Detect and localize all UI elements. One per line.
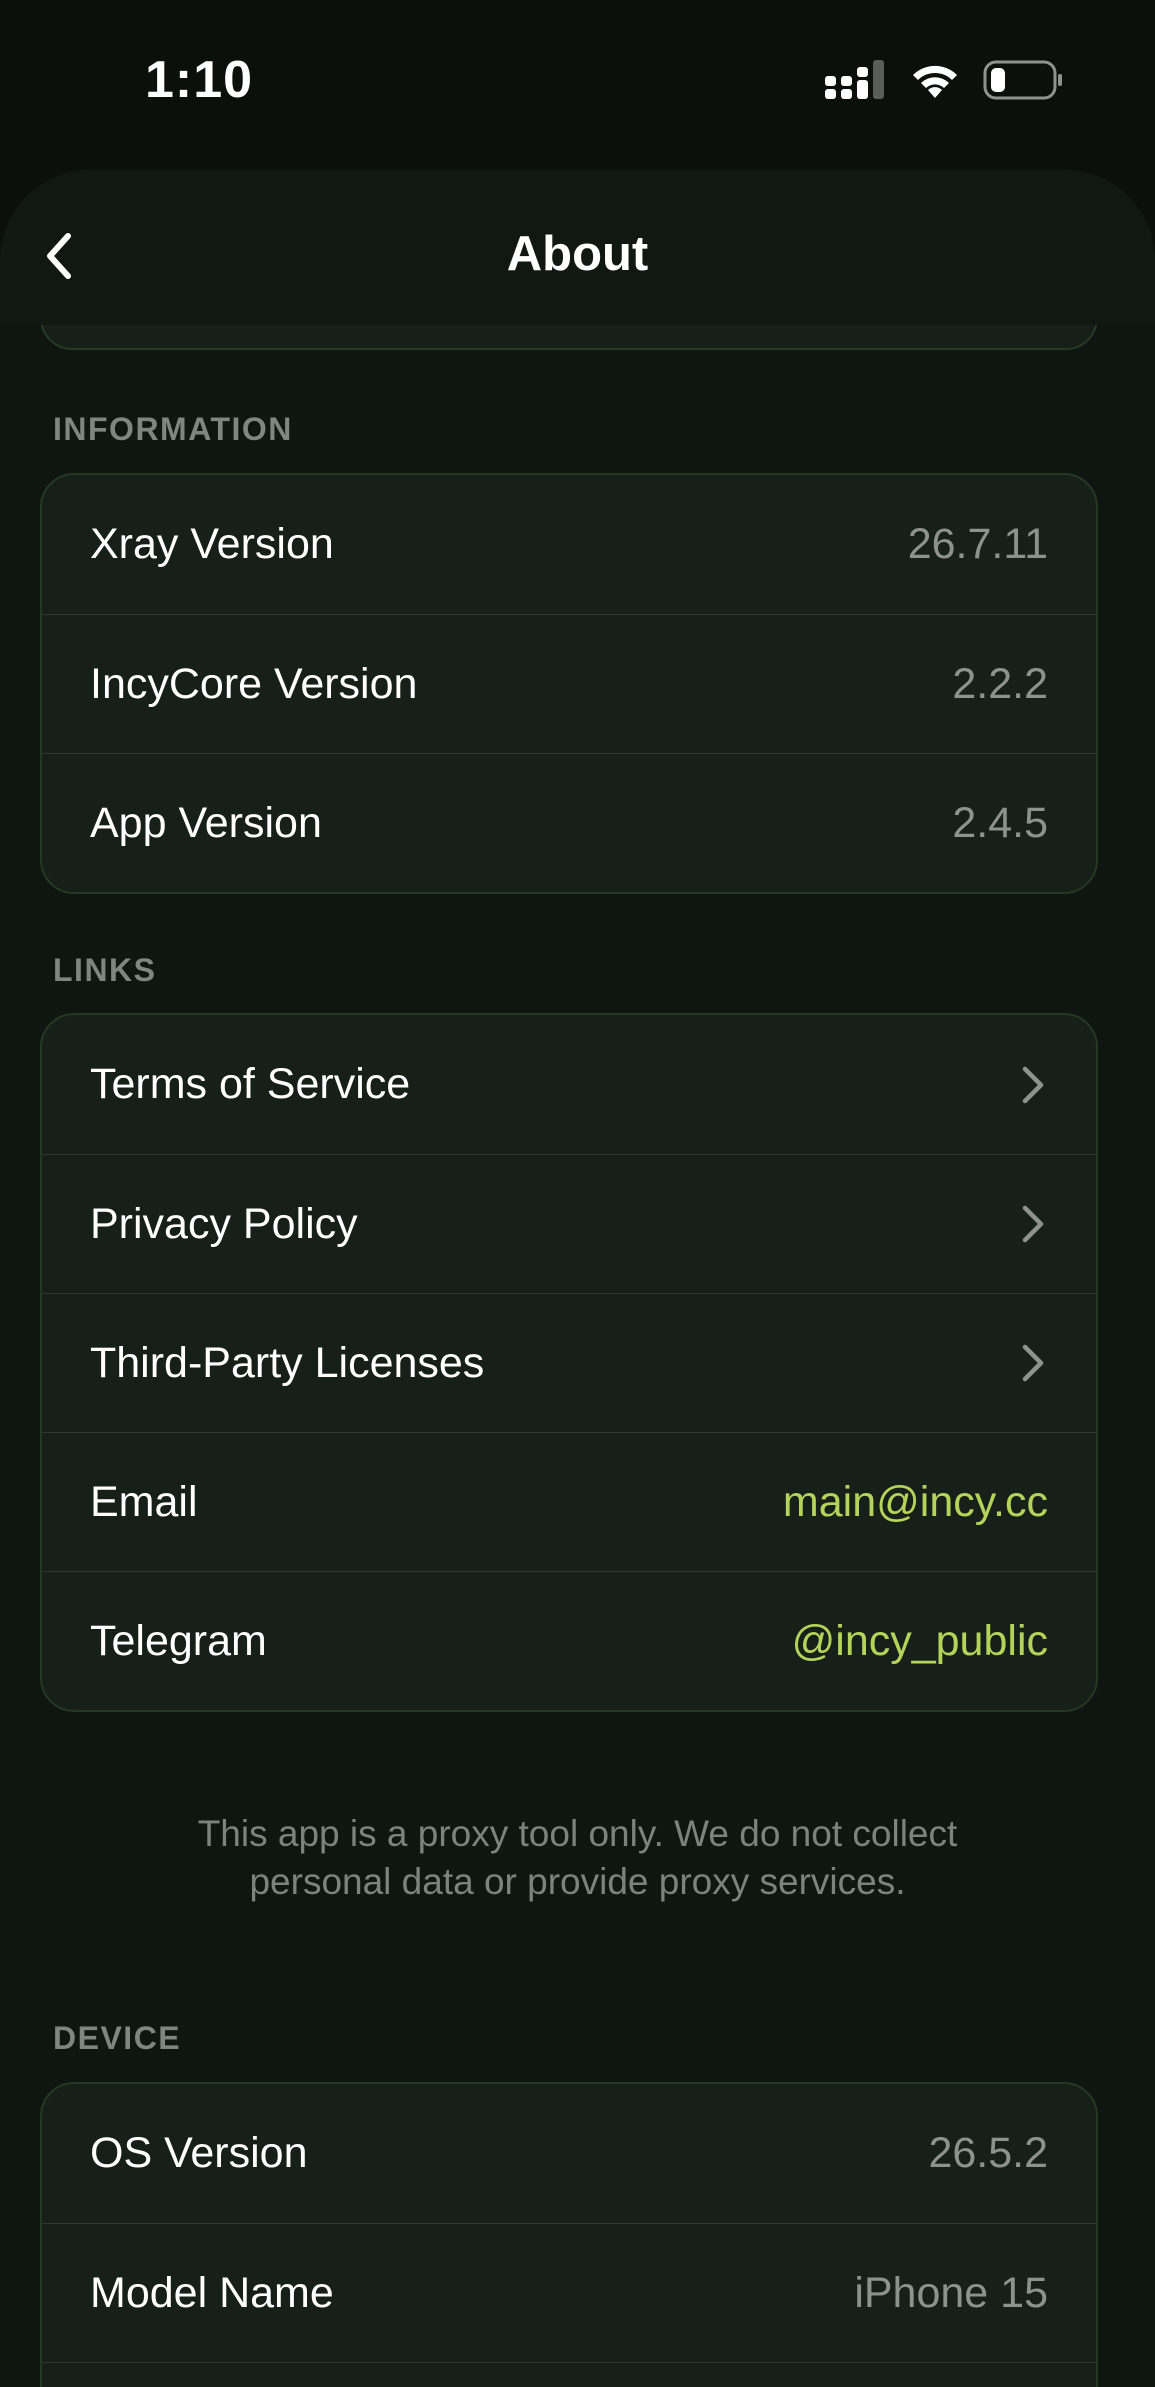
row-value: 2.2.2 [952,659,1048,708]
page-title: About [506,227,649,281]
row-label: Third-Party Licenses [90,1338,485,1387]
scroll-content[interactable]: INFORMATION Xray Version 26.7.11 IncyCor… [0,0,1155,2387]
row-model-name: Model Name iPhone 15 [42,2223,1096,2362]
device-card: OS Version 26.5.2 Model Name iPhone 15 [40,2082,1098,2387]
section-header-links: LINKS [53,952,157,988]
row-value: 26.7.11 [907,520,1048,568]
row-label: Email [90,1477,198,1526]
row-telegram[interactable]: Telegram @incy_public [42,1571,1096,1710]
section-header-information: INFORMATION [53,411,293,447]
navigation-bar: About [0,170,1155,325]
row-value: 2.4.5 [952,798,1048,847]
telegram-link[interactable]: @incy_public [792,1617,1048,1666]
row-label: Terms of Service [90,1060,411,1108]
row-label: Model Name [90,2268,334,2317]
row-app-version: App Version 2.4.5 [42,753,1096,892]
row-label: IncyCore Version [90,659,418,708]
row-value: iPhone 15 [854,2268,1048,2317]
row-partial [42,2362,1096,2387]
row-privacy-policy[interactable]: Privacy Policy [42,1154,1096,1293]
row-email[interactable]: Email main@incy.cc [42,1432,1096,1571]
chevron-right-icon [1018,1341,1048,1385]
information-card: Xray Version 26.7.11 IncyCore Version 2.… [40,473,1098,894]
row-terms-of-service[interactable]: Terms of Service [42,1015,1096,1154]
row-third-party-licenses[interactable]: Third-Party Licenses [42,1293,1096,1432]
row-value: 26.5.2 [928,2129,1048,2177]
row-label: OS Version [90,2129,308,2177]
disclaimer-line: personal data or provide proxy services. [249,1861,906,1902]
row-incycore-version: IncyCore Version 2.2.2 [42,614,1096,753]
email-link[interactable]: main@incy.cc [783,1478,1048,1527]
chevron-right-icon [1018,1202,1048,1246]
row-label: Privacy Policy [90,1199,358,1248]
row-os-version: OS Version 26.5.2 [42,2084,1096,2223]
disclaimer-line: This app is a proxy tool only. We do not… [197,1813,958,1854]
row-label: App Version [90,798,322,847]
about-screen: 1:10 About INFORMATION Xray Version 26.7… [0,0,1155,2387]
section-header-device: DEVICE [53,2020,182,2056]
chevron-right-icon [1018,1063,1048,1107]
row-xray-version: Xray Version 26.7.11 [42,475,1096,614]
row-label: Telegram [90,1616,267,1665]
row-label: Xray Version [90,520,334,568]
links-card: Terms of Service Privacy Policy Third-Pa… [40,1013,1098,1712]
disclaimer-text: This app is a proxy tool only. We do not… [100,1810,1055,1906]
